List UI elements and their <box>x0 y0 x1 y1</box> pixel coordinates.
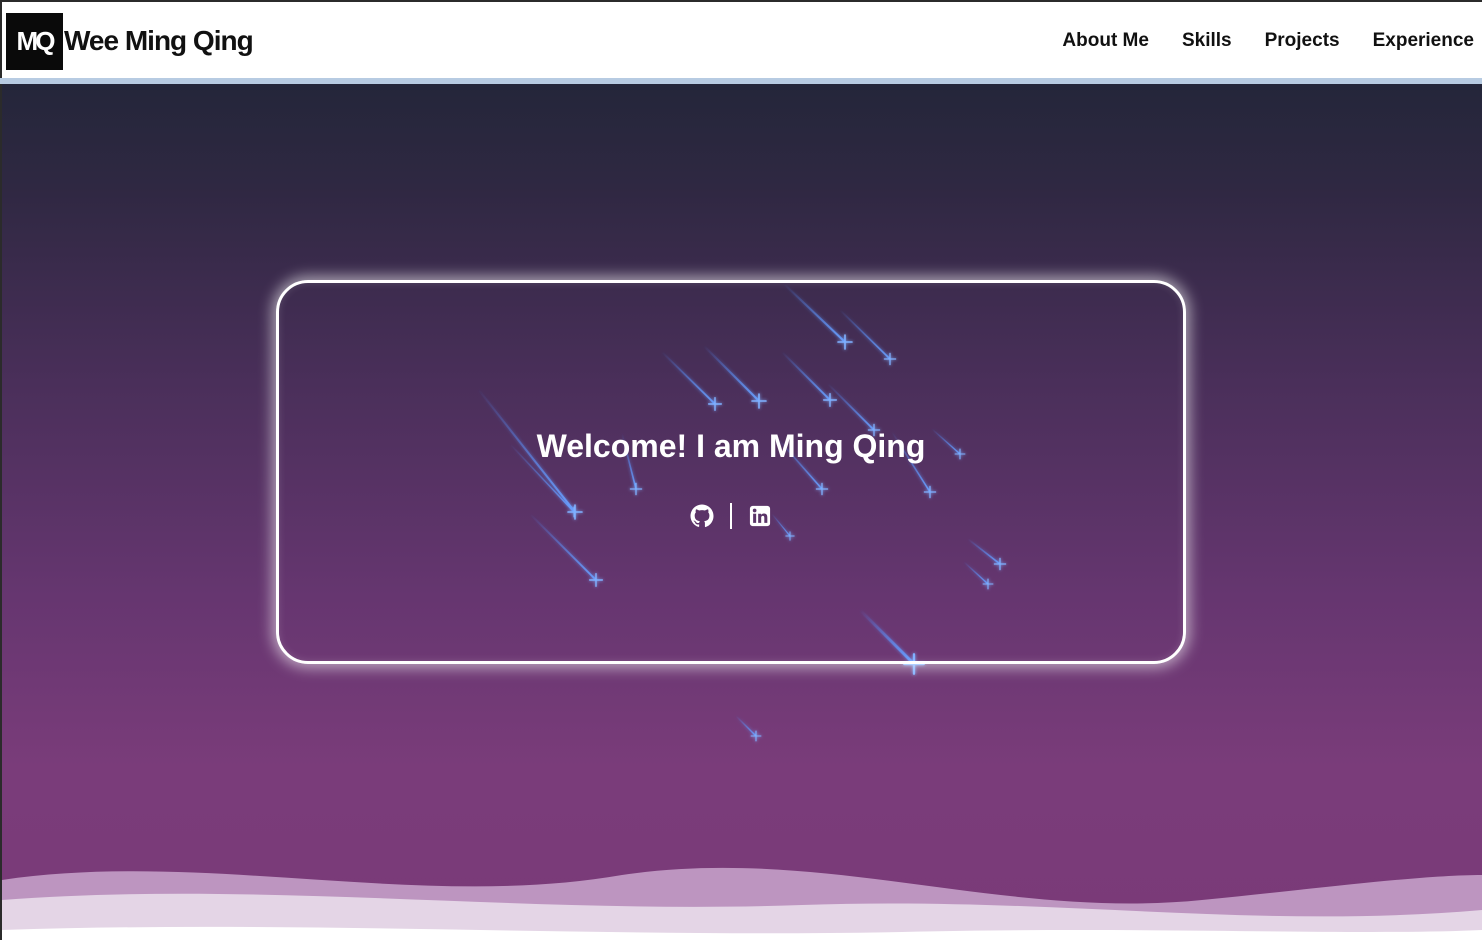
meteor-trail <box>735 715 757 737</box>
brand-link[interactable]: MQ Wee Ming Qing <box>6 12 254 70</box>
welcome-card: Welcome! I am Ming Qing <box>276 280 1186 664</box>
portfolio-page: MQ Wee Ming Qing About Me Skills Project… <box>0 0 1482 940</box>
brand-name: Wee Ming Qing <box>64 25 254 56</box>
nav-projects[interactable]: Projects <box>1265 30 1340 52</box>
bottom-waves <box>2 867 1482 940</box>
welcome-title: Welcome! I am Ming Qing <box>536 428 926 464</box>
hero-section: Welcome! I am Ming Qing <box>2 84 1482 940</box>
brand-logo: MQ <box>6 12 63 70</box>
nav-links: About Me Skills Projects Experience <box>1062 30 1474 52</box>
nav-about-me[interactable]: About Me <box>1062 30 1149 52</box>
github-icon[interactable] <box>690 504 714 528</box>
social-links <box>279 503 1183 529</box>
nav-experience[interactable]: Experience <box>1373 30 1474 52</box>
social-divider <box>730 503 732 529</box>
navbar: MQ Wee Ming Qing About Me Skills Project… <box>0 0 1482 80</box>
linkedin-icon[interactable] <box>748 504 772 528</box>
nav-skills[interactable]: Skills <box>1182 30 1232 52</box>
brand-logo-text: MQ <box>16 25 56 56</box>
